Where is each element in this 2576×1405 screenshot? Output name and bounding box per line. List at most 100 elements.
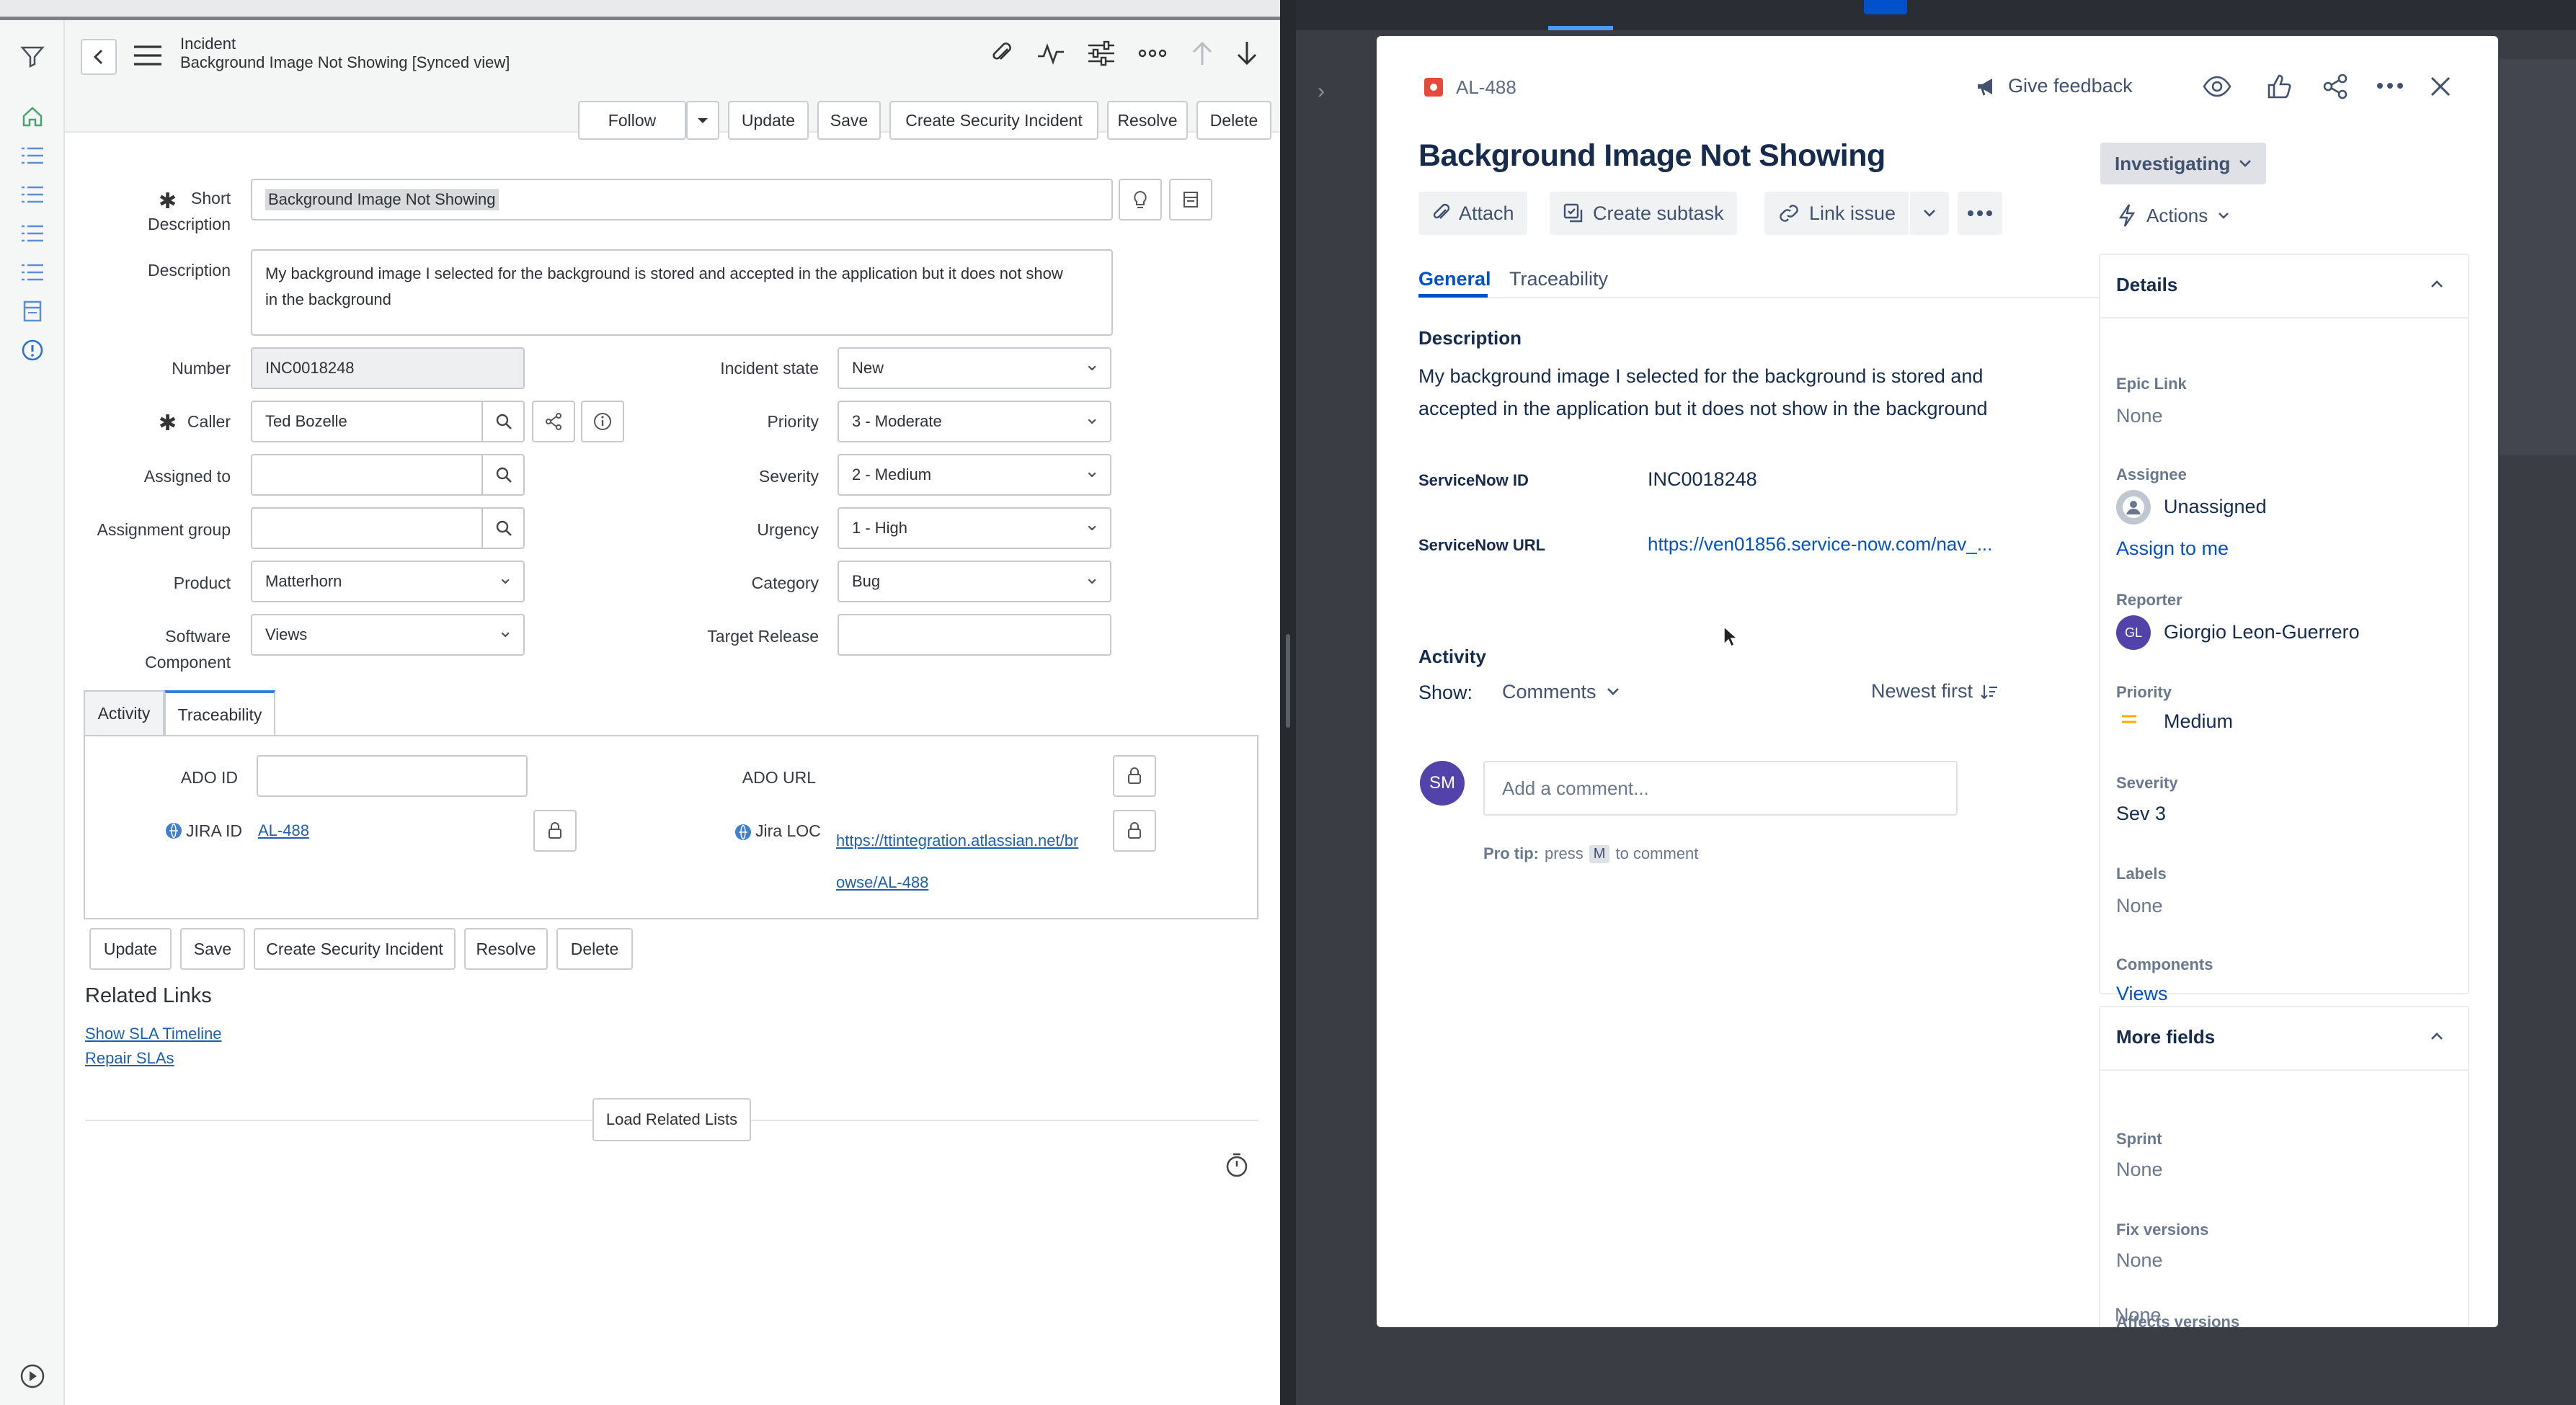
assignment-group-input[interactable] xyxy=(251,507,525,549)
list-icon[interactable] xyxy=(16,219,49,248)
delete-button[interactable]: Delete xyxy=(1196,101,1271,140)
template-icon[interactable] xyxy=(1169,179,1212,220)
repair-slas-link[interactable]: Repair SLAs xyxy=(85,1049,174,1068)
lightbulb-icon[interactable] xyxy=(1119,179,1162,220)
save-button[interactable]: Save xyxy=(180,928,245,970)
chevron-up-icon[interactable] xyxy=(2430,1032,2443,1040)
list-icon[interactable] xyxy=(16,141,49,170)
create-security-incident-button[interactable]: Create Security Incident xyxy=(889,101,1098,140)
actions-dropdown[interactable]: Actions xyxy=(2118,203,2229,228)
labels-value[interactable]: None xyxy=(2116,895,2163,917)
give-feedback-button[interactable]: Give feedback xyxy=(1975,75,2133,97)
watch-eye-icon[interactable] xyxy=(2203,75,2231,98)
severity-select[interactable]: 2 - Medium xyxy=(838,454,1111,496)
category-select[interactable]: Bug xyxy=(838,561,1111,602)
sidebar-expand-icon[interactable]: › xyxy=(1318,79,1325,104)
previous-record-icon[interactable] xyxy=(1188,39,1217,68)
description-text[interactable]: My background image I selected for the b… xyxy=(1418,360,1988,425)
components-value[interactable]: Views xyxy=(2116,983,2168,1005)
priority-select[interactable]: 3 - Moderate xyxy=(838,401,1111,442)
hamburger-menu-icon[interactable] xyxy=(134,45,161,66)
paperclip-icon[interactable] xyxy=(987,39,1016,68)
assign-to-me-link[interactable]: Assign to me xyxy=(2116,538,2229,560)
alert-icon[interactable] xyxy=(16,336,49,365)
lock-icon[interactable] xyxy=(1113,755,1156,797)
tab-traceability[interactable]: Traceability xyxy=(164,690,275,736)
follow-button[interactable]: Follow xyxy=(578,101,686,140)
resolve-button[interactable]: Resolve xyxy=(464,928,548,970)
software-component-select[interactable]: Views xyxy=(251,614,525,656)
assignee-value[interactable]: Unassigned xyxy=(2164,496,2267,518)
save-button[interactable]: Save xyxy=(817,101,881,140)
sprint-value[interactable]: None xyxy=(2116,1159,2163,1181)
update-button[interactable]: Update xyxy=(89,928,172,970)
epic-link-value[interactable]: None xyxy=(2116,405,2163,427)
close-icon[interactable] xyxy=(2429,75,2452,98)
urgency-select[interactable]: 1 - High xyxy=(838,507,1111,549)
tab-general[interactable]: General xyxy=(1418,268,1491,290)
create-security-incident-button[interactable]: Create Security Incident xyxy=(254,928,456,970)
short-description-input[interactable]: Background Image Not Showing xyxy=(251,179,1113,220)
fix-versions-value[interactable]: None xyxy=(2116,1249,2163,1272)
lock-icon[interactable] xyxy=(533,810,577,852)
search-icon[interactable] xyxy=(481,507,525,549)
status-dropdown[interactable]: Investigating xyxy=(2100,143,2267,184)
thumbs-up-icon[interactable] xyxy=(2266,73,2292,99)
tab-traceability[interactable]: Traceability xyxy=(1509,268,1608,290)
search-icon[interactable] xyxy=(481,401,525,442)
follow-dropdown-icon[interactable] xyxy=(686,101,719,140)
search-icon[interactable] xyxy=(481,454,525,496)
link-issue-button[interactable]: Link issue xyxy=(1764,192,1909,235)
servicenow-id-value[interactable]: INC0018248 xyxy=(1648,468,1757,491)
activity-pulse-icon[interactable] xyxy=(1036,39,1065,68)
assigned-to-input[interactable] xyxy=(251,454,525,496)
timer-icon[interactable] xyxy=(1224,1151,1250,1179)
comment-input[interactable]: Add a comment... xyxy=(1483,761,1958,816)
affects-versions-value[interactable]: None xyxy=(2115,1304,2162,1326)
caller-input[interactable]: Ted Bozelle xyxy=(251,401,525,442)
chevron-up-icon[interactable] xyxy=(2430,280,2443,288)
share-graph-icon[interactable] xyxy=(532,401,575,442)
split-divider-handle[interactable] xyxy=(1286,634,1290,728)
product-select[interactable]: Matterhorn xyxy=(251,561,525,602)
list-icon[interactable] xyxy=(16,180,49,209)
more-toolbar-icon[interactable] xyxy=(1958,192,2002,235)
share-icon[interactable] xyxy=(2322,73,2348,99)
ado-id-input[interactable] xyxy=(257,755,528,797)
sort-order-button[interactable]: Newest first xyxy=(1871,680,1999,702)
create-subtask-button[interactable]: Create subtask xyxy=(1550,192,1737,235)
resolve-button[interactable]: Resolve xyxy=(1107,101,1188,140)
more-options-icon[interactable] xyxy=(1137,39,1168,68)
filter-icon[interactable] xyxy=(16,42,49,71)
lock-icon[interactable] xyxy=(1113,810,1156,852)
info-icon[interactable] xyxy=(581,401,624,442)
update-button[interactable]: Update xyxy=(728,101,809,140)
delete-button[interactable]: Delete xyxy=(556,928,633,970)
issue-title[interactable]: Background Image Not Showing xyxy=(1418,138,1886,174)
form-icon[interactable] xyxy=(16,297,49,326)
attach-button[interactable]: Attach xyxy=(1418,192,1527,235)
description-textarea[interactable]: My background image I selected for the b… xyxy=(251,249,1113,336)
severity-value[interactable]: Sev 3 xyxy=(2116,803,2166,825)
incident-state-select[interactable]: New xyxy=(838,347,1111,389)
more-actions-icon[interactable] xyxy=(2376,81,2404,91)
next-record-icon[interactable] xyxy=(1233,39,1261,68)
reporter-value[interactable]: Giorgio Leon-Guerrero xyxy=(2164,621,2360,643)
back-button[interactable] xyxy=(81,39,117,75)
create-button[interactable] xyxy=(1864,0,1907,14)
play-icon[interactable] xyxy=(16,1362,49,1391)
split-divider[interactable] xyxy=(1280,0,1296,1405)
home-icon[interactable] xyxy=(16,102,49,131)
issue-key-link[interactable]: AL-488 xyxy=(1456,76,1516,99)
link-issue-dropdown-icon[interactable] xyxy=(1909,192,1949,235)
comments-filter-dropdown[interactable]: Comments xyxy=(1491,673,1631,710)
show-sla-timeline-link[interactable]: Show SLA Timeline xyxy=(85,1025,222,1043)
list-icon[interactable] xyxy=(16,258,49,287)
settings-sliders-icon[interactable] xyxy=(1087,39,1116,68)
load-related-lists-button[interactable]: Load Related Lists xyxy=(592,1098,751,1141)
more-fields-header[interactable]: More fields xyxy=(2100,1007,2468,1071)
priority-value[interactable]: Medium xyxy=(2164,710,2233,733)
jira-id-link[interactable]: AL-488 xyxy=(258,821,309,840)
tab-activity[interactable]: Activity xyxy=(84,690,164,735)
details-header[interactable]: Details xyxy=(2100,255,2468,318)
